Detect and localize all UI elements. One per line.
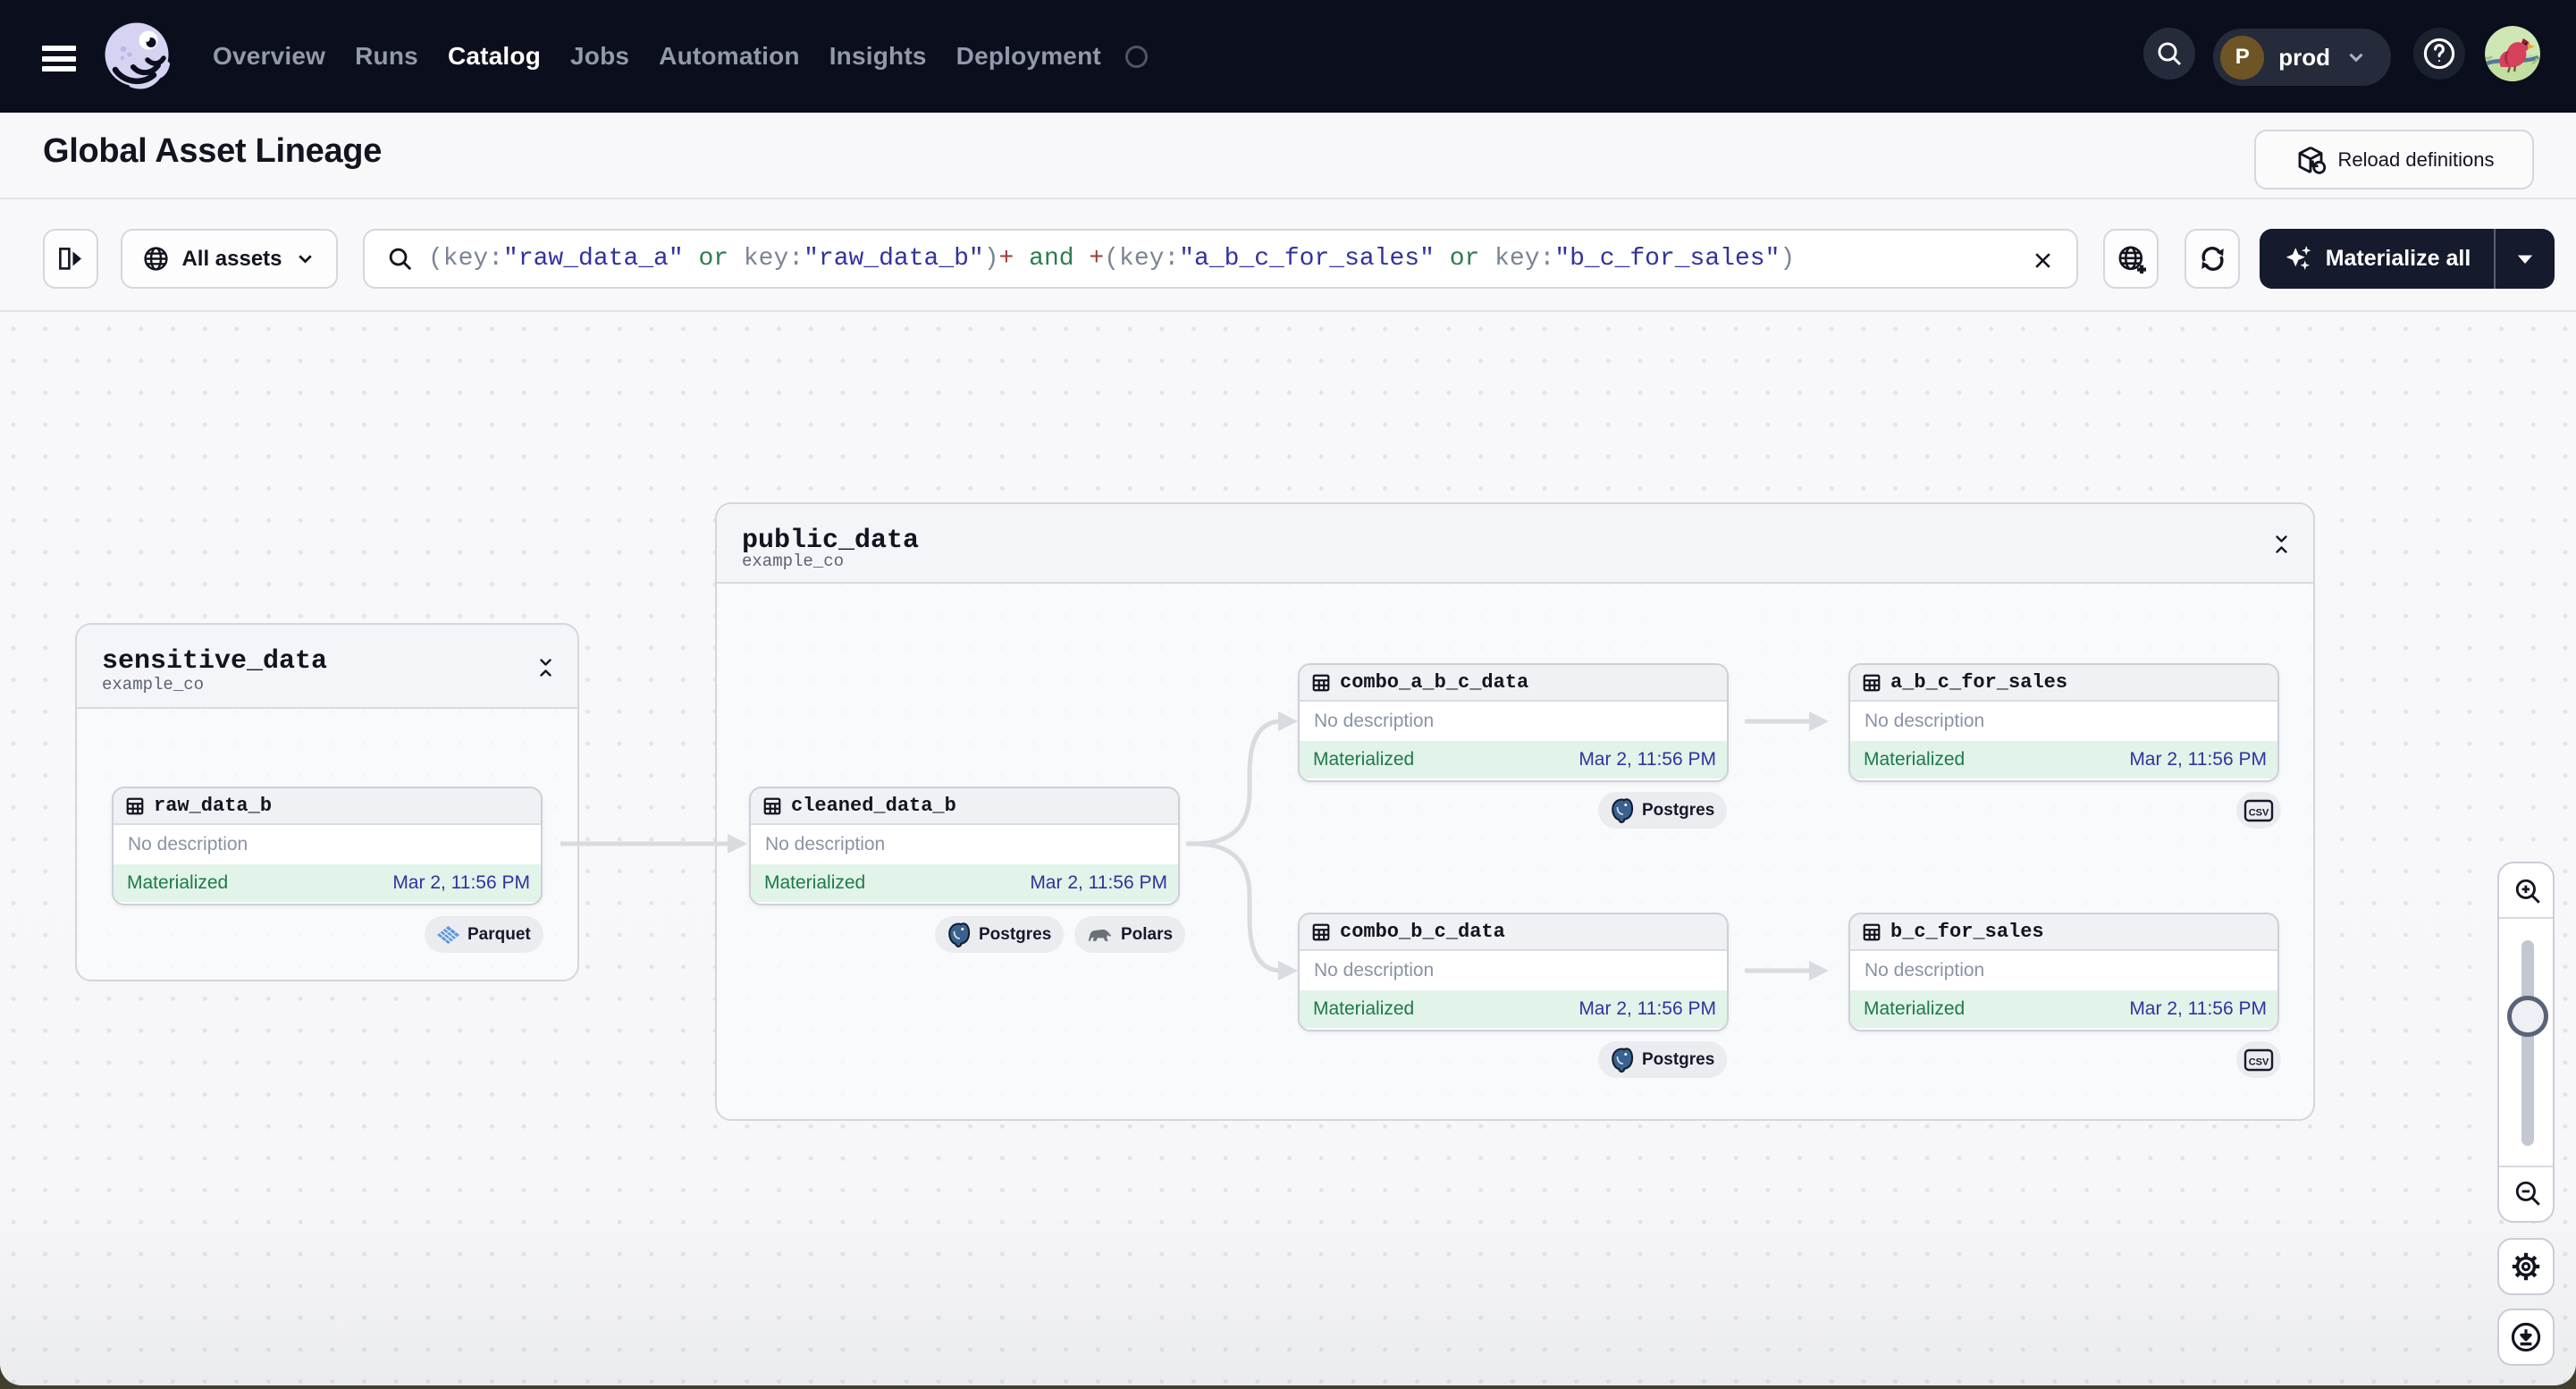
svg-text:CSV: CSV <box>2249 1056 2269 1067</box>
svg-text:CSV: CSV <box>2249 807 2269 818</box>
